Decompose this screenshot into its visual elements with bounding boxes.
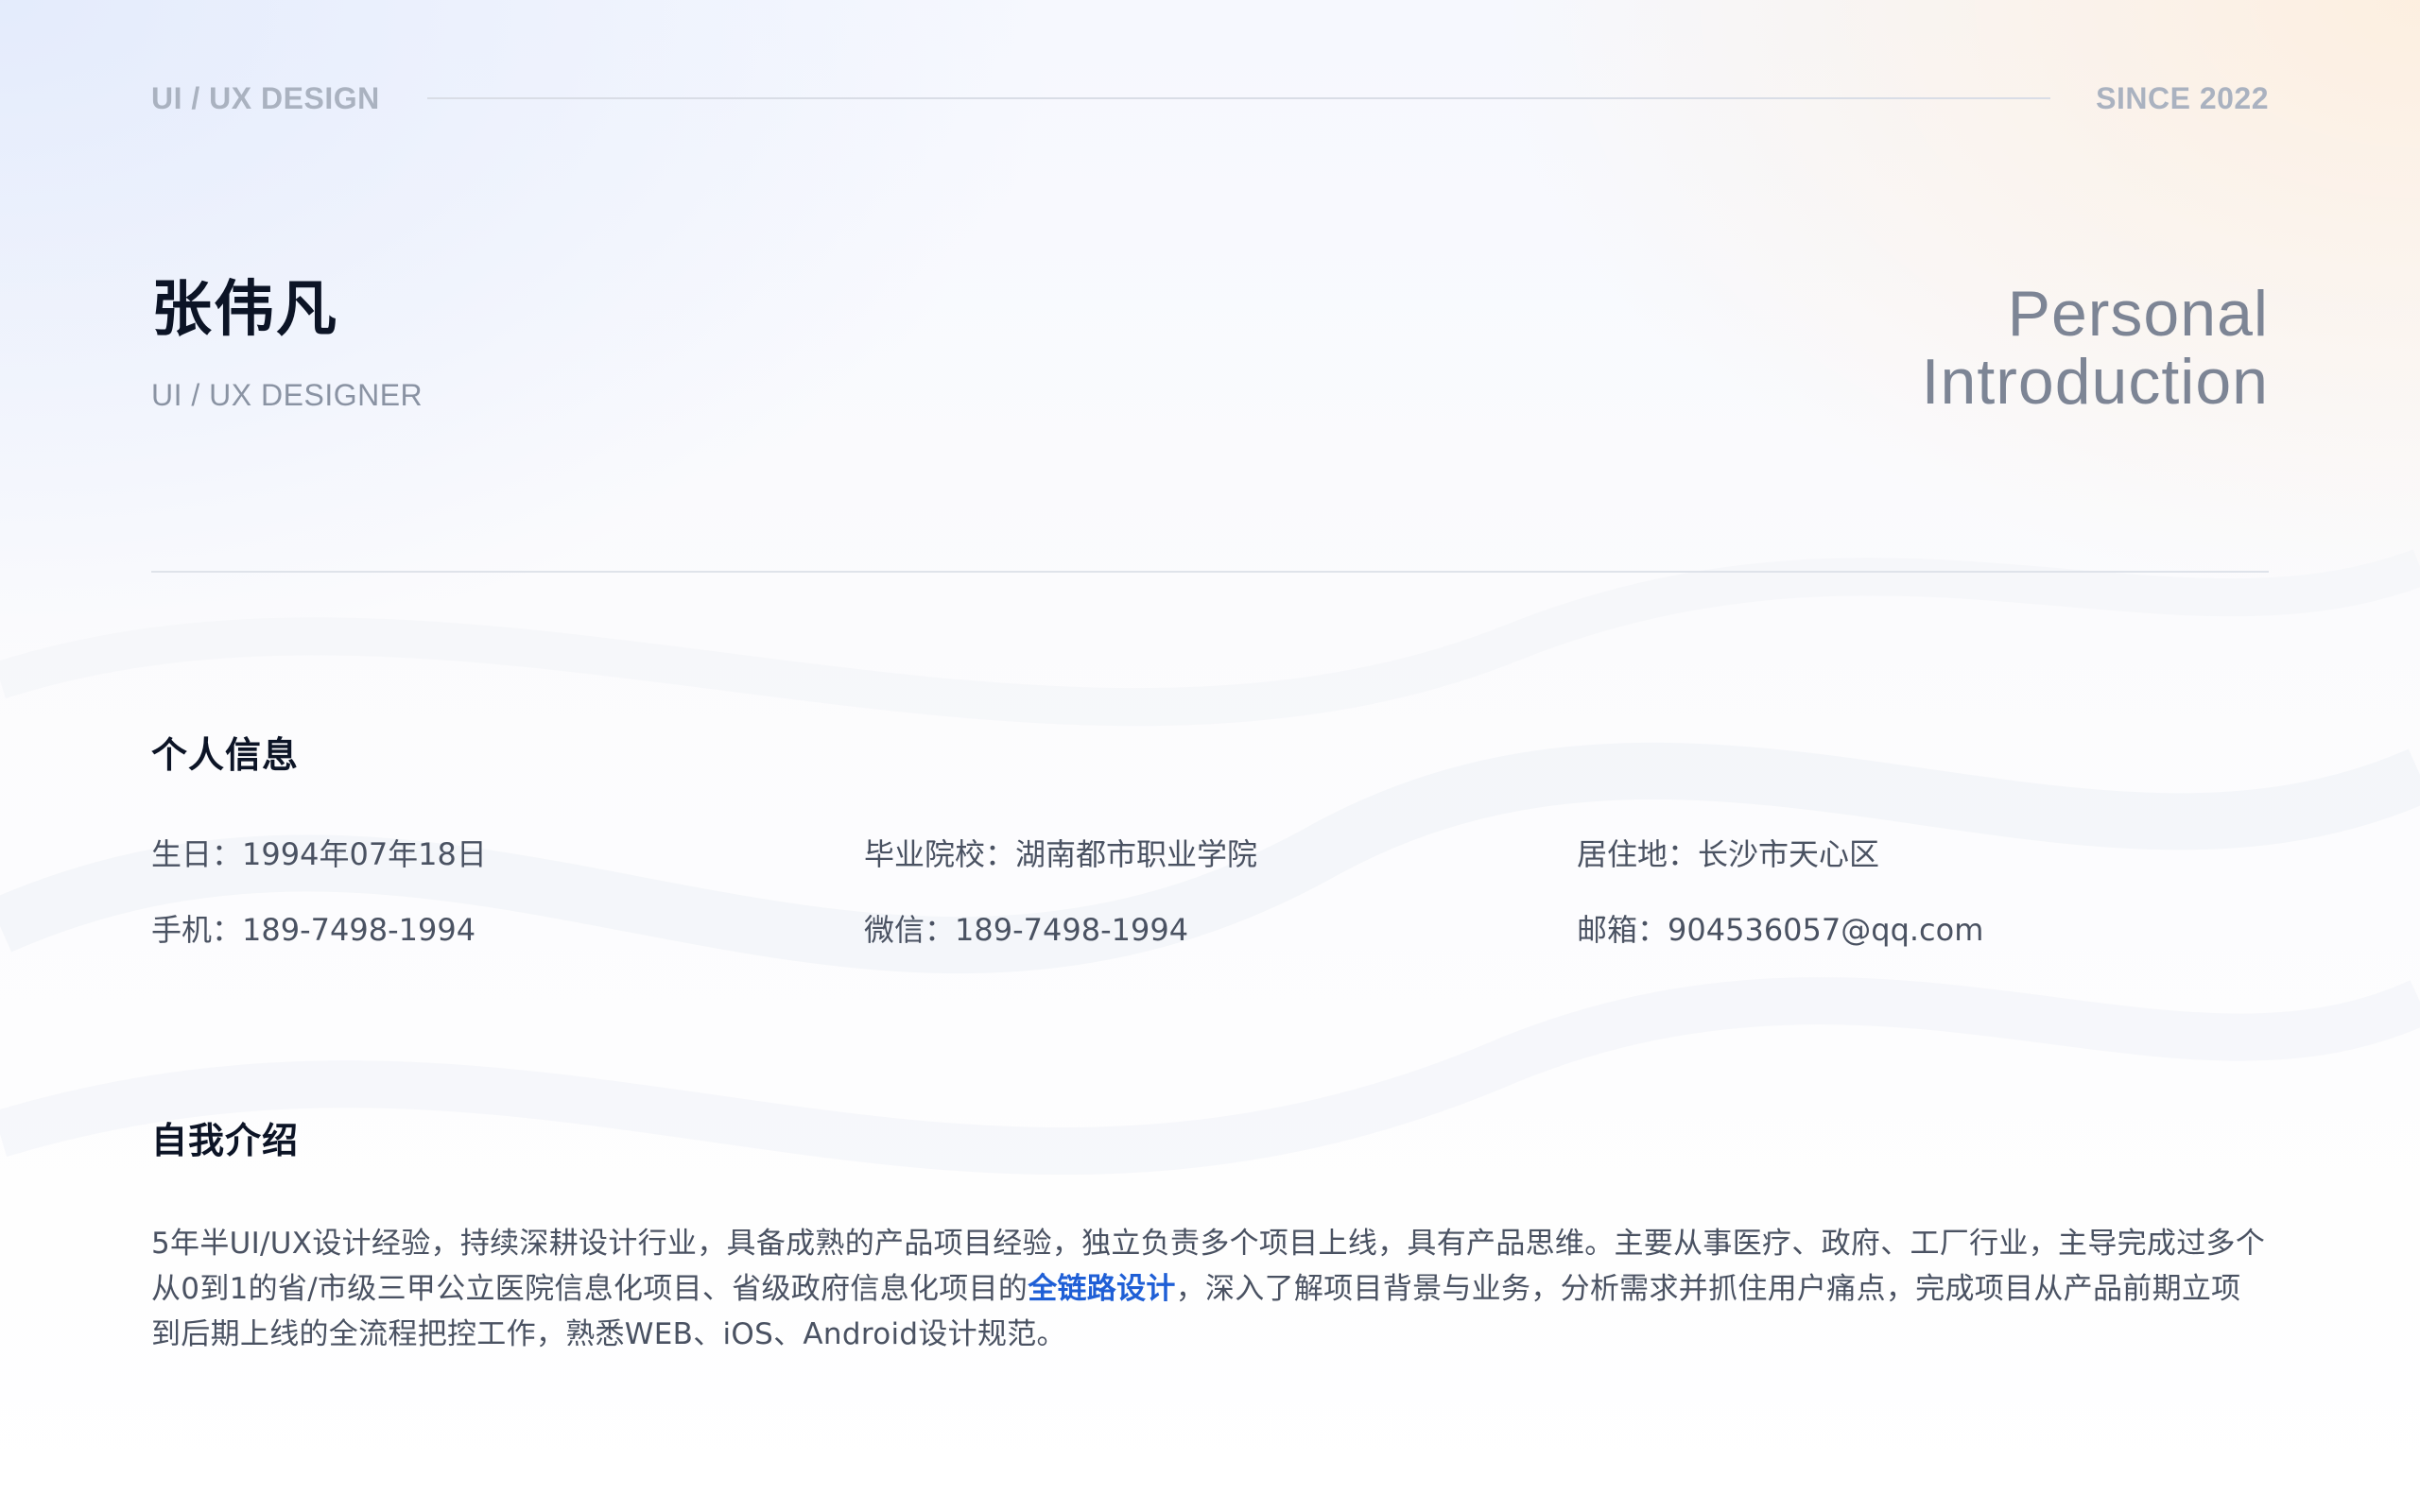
info-email: 邮箱：904536057@qq.com <box>1577 909 2269 951</box>
about-highlight: 全链路设计 <box>1028 1272 1176 1306</box>
info-label: 生日： <box>151 836 243 872</box>
info-birthday: 生日：1994年07年18日 <box>151 833 864 875</box>
since-year-tag: SINCE 2022 <box>2096 80 2269 115</box>
section-divider <box>151 571 2269 573</box>
info-value: 189-7498-1994 <box>955 912 1189 948</box>
person-name: 张伟凡 <box>151 275 338 345</box>
info-label: 毕业院校： <box>864 836 1016 872</box>
info-value: 湖南都市职业学院 <box>1015 836 1258 872</box>
personal-introduction-title: Personal Introduction <box>1922 280 2269 416</box>
info-label: 邮箱： <box>1577 912 1668 948</box>
top-header-bar: UI / UX DESIGN SINCE 2022 <box>151 76 2269 121</box>
about-me-heading: 自我介绍 <box>151 1120 300 1161</box>
info-value: 长沙市天心区 <box>1698 836 1880 872</box>
person-role: UI / UX DESIGNER <box>151 378 424 412</box>
info-label: 手机： <box>151 912 243 948</box>
info-residence: 居住地：长沙市天心区 <box>1577 833 2269 875</box>
design-category-tag: UI / UX DESIGN <box>151 80 380 115</box>
header-rule <box>426 97 2051 99</box>
info-wechat: 微信：189-7498-1994 <box>864 909 1577 951</box>
personal-info-grid: 生日：1994年07年18日 毕业院校：湖南都市职业学院 居住地：长沙市天心区 … <box>151 833 2269 951</box>
info-label: 居住地： <box>1577 836 1699 872</box>
intro-title-line-2: Introduction <box>1921 346 2269 418</box>
info-school: 毕业院校：湖南都市职业学院 <box>864 833 1577 875</box>
info-label: 微信： <box>864 912 956 948</box>
info-value: 1994年07年18日 <box>242 836 487 872</box>
info-phone: 手机：189-7498-1994 <box>151 909 864 951</box>
info-value: 189-7498-1994 <box>242 912 476 948</box>
about-me-paragraph: 5年半UI/UX设计经验，持续深耕设计行业，具备成熟的产品项目经验，独立负责多个… <box>151 1221 2269 1357</box>
intro-title-line-1: Personal <box>2007 278 2269 350</box>
personal-info-heading: 个人信息 <box>151 734 300 776</box>
info-value: 904536057@qq.com <box>1668 912 1984 948</box>
